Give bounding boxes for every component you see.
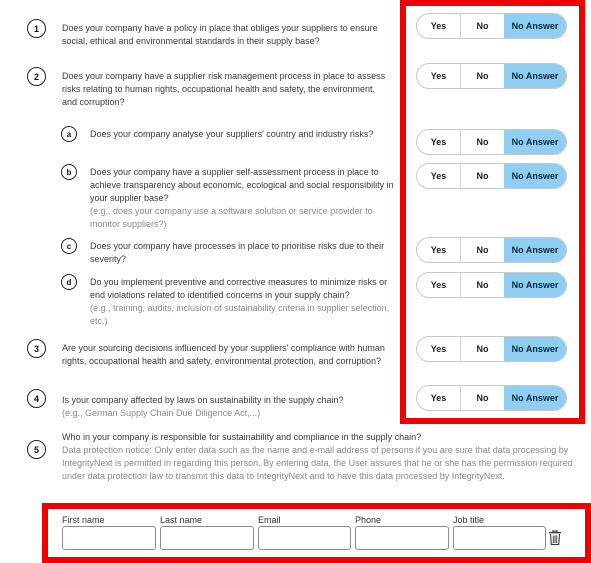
phone-label: Phone <box>355 515 382 525</box>
question-hint: (e.g., German Supply Chain Due Diligence… <box>62 408 261 418</box>
trash-icon[interactable] <box>549 530 561 545</box>
question-text: Does your company have a supplier risk m… <box>62 71 386 107</box>
last-name-field[interactable] <box>160 526 254 550</box>
question-number-3: 3 <box>27 339 46 358</box>
question-1: Does your company have a policy in place… <box>62 22 392 48</box>
question-text: Does your company have a policy in place… <box>62 23 378 46</box>
first-name-label: First name <box>62 515 105 525</box>
question-3: Are your sourcing decisions influenced b… <box>62 342 397 368</box>
question-text: Is your company affected by laws on sust… <box>62 395 344 405</box>
question-4: Is your company affected by laws on sust… <box>62 394 397 420</box>
question-text: Does your company have processes in plac… <box>90 241 385 264</box>
question-5: Who in your company is responsible for s… <box>62 431 582 483</box>
question-number-a: a <box>61 126 77 142</box>
question-number-d: d <box>61 274 77 290</box>
question-2c: Does your company have processes in plac… <box>90 240 395 266</box>
question-text: Does your company analyse your suppliers… <box>90 129 374 139</box>
question-number-b: b <box>61 164 77 180</box>
question-number-c: c <box>61 238 77 254</box>
question-number-4: 4 <box>27 389 46 408</box>
question-text: Are your sourcing decisions influenced b… <box>62 343 385 366</box>
question-text: Do you implement preventive and correcti… <box>90 277 388 300</box>
phone-field[interactable] <box>355 526 449 550</box>
question-number-2: 2 <box>27 67 46 86</box>
highlight-answers-box <box>400 0 585 424</box>
question-2: Does your company have a supplier risk m… <box>62 70 392 109</box>
last-name-label: Last name <box>160 515 203 525</box>
data-protection-notice: Data protection notice: Only enter data … <box>62 445 573 481</box>
first-name-field[interactable] <box>62 526 156 550</box>
question-hint: (e.g., does your company use a software … <box>90 206 373 229</box>
question-2b: Does your company have a supplier self-a… <box>90 166 395 231</box>
question-2a: Does your company analyse your suppliers… <box>90 128 395 141</box>
question-2d: Do you implement preventive and correcti… <box>90 276 395 328</box>
job-title-label: Job title <box>453 515 485 525</box>
job-title-field[interactable] <box>453 526 546 550</box>
question-number-1: 1 <box>27 19 46 38</box>
question-hint: (e.g., training, audits, inclusion of su… <box>90 303 390 326</box>
question-number-5: 5 <box>27 440 46 459</box>
email-field[interactable] <box>258 526 351 550</box>
question-text: Does your company have a supplier self-a… <box>90 167 394 203</box>
email-label: Email <box>258 515 281 525</box>
question-text: Who in your company is responsible for s… <box>62 432 422 442</box>
